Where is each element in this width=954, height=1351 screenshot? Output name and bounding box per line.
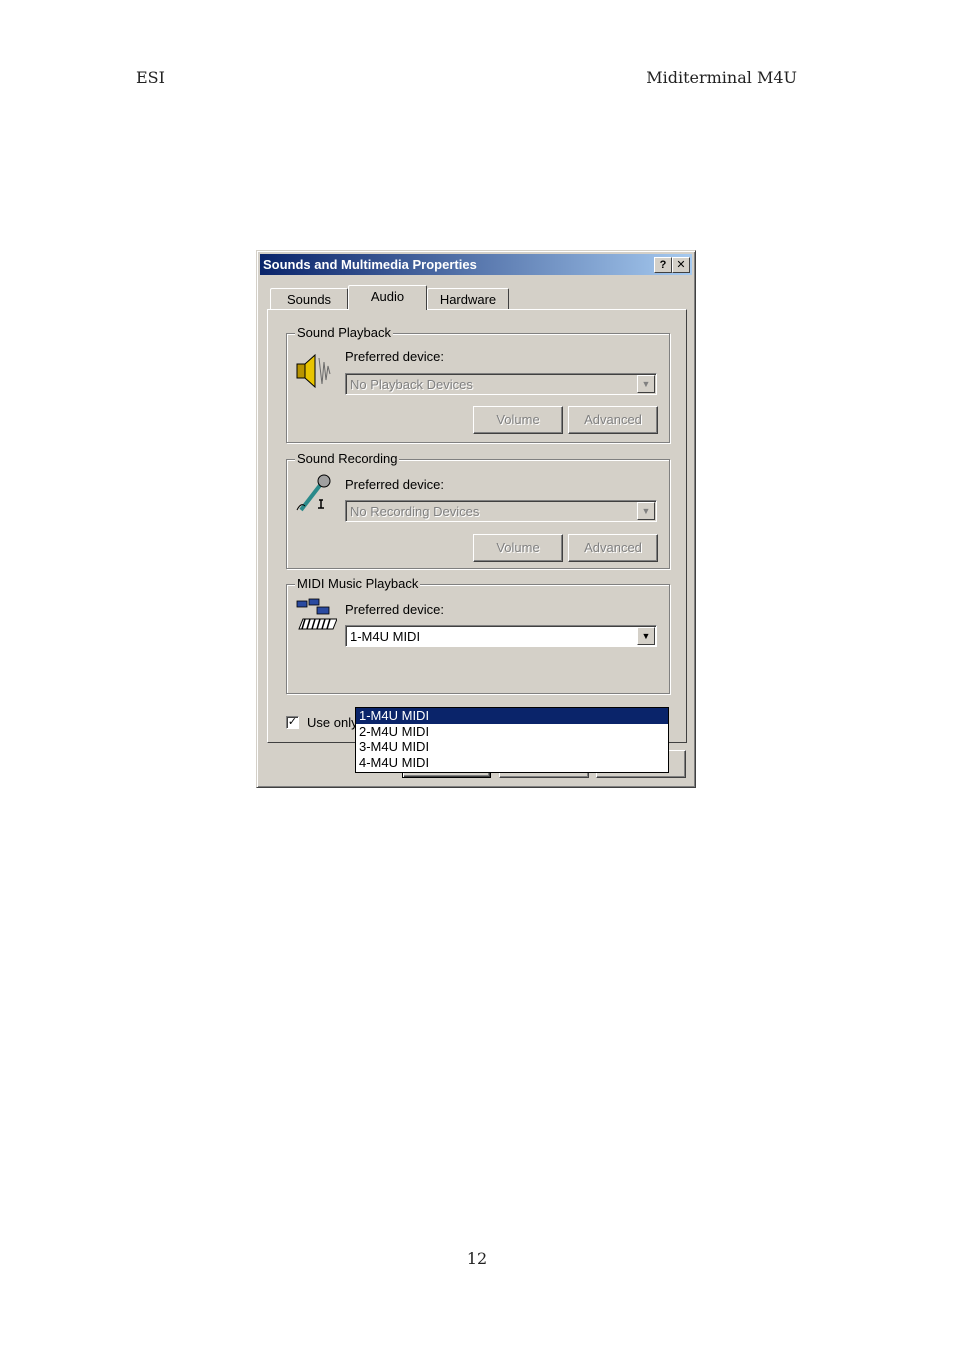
playback-volume-button[interactable]: Volume (473, 406, 563, 434)
speaker-icon (293, 350, 337, 394)
midi-preferred-label: Preferred device: (345, 602, 444, 617)
recording-advanced-button[interactable]: Advanced (568, 534, 658, 562)
audio-tab-panel: Sound Playback Preferred device: No Play… (267, 309, 687, 773)
chevron-down-icon[interactable]: ▼ (637, 627, 655, 645)
recording-device-value: No Recording Devices (350, 504, 480, 519)
midi-playback-title: MIDI Music Playback (295, 576, 421, 591)
dropdown-option[interactable]: 4-M4U MIDI (356, 755, 668, 771)
use-preferred-checkbox[interactable]: ✓ (286, 716, 299, 729)
recording-volume-button[interactable]: Volume (473, 534, 563, 562)
dialog-title: Sounds and Multimedia Properties (263, 257, 477, 272)
playback-advanced-button[interactable]: Advanced (568, 406, 658, 434)
sound-recording-title: Sound Recording (295, 451, 400, 466)
midi-keyboard-icon (293, 597, 338, 641)
sounds-multimedia-dialog: Sounds and Multimedia Properties ? ✕ Sou… (256, 250, 696, 788)
tab-hardware[interactable]: Hardware (427, 288, 509, 310)
midi-playback-group: MIDI Music Playback Preferred device: 1-… (286, 576, 670, 694)
tab-sounds[interactable]: Sounds (270, 288, 348, 310)
midi-device-select[interactable]: 1-M4U MIDI ▼ (345, 625, 657, 647)
close-button[interactable]: ✕ (672, 257, 690, 273)
chevron-down-icon: ▼ (637, 502, 655, 520)
dropdown-option[interactable]: 3-M4U MIDI (356, 739, 668, 755)
playback-device-value: No Playback Devices (350, 377, 473, 392)
sound-playback-group: Sound Playback Preferred device: No Play… (286, 325, 670, 443)
recording-device-select[interactable]: No Recording Devices ▼ (345, 500, 657, 522)
midi-device-value: 1-M4U MIDI (350, 629, 421, 644)
page-number: 12 (466, 1249, 488, 1268)
tab-audio[interactable]: Audio (348, 285, 427, 310)
dialog-titlebar[interactable]: Sounds and Multimedia Properties ? ✕ (260, 254, 692, 275)
recording-preferred-label: Preferred device: (345, 477, 444, 492)
microphone-icon (293, 472, 337, 516)
chevron-down-icon: ▼ (637, 375, 655, 393)
sound-playback-title: Sound Playback (295, 325, 393, 340)
help-button[interactable]: ? (654, 257, 672, 273)
midi-device-dropdown-list[interactable]: 1-M4U MIDI 2-M4U MIDI 3-M4U MIDI 4-M4U M… (355, 707, 669, 773)
header-right: Miditerminal M4U (646, 68, 797, 87)
dropdown-option[interactable]: 2-M4U MIDI (356, 724, 668, 740)
playback-device-select[interactable]: No Playback Devices ▼ (345, 373, 657, 395)
sound-recording-group: Sound Recording Preferred device: No Rec… (286, 451, 670, 569)
playback-preferred-label: Preferred device: (345, 349, 444, 364)
dropdown-option[interactable]: 1-M4U MIDI (356, 708, 668, 724)
header-left: ESI (136, 68, 165, 87)
